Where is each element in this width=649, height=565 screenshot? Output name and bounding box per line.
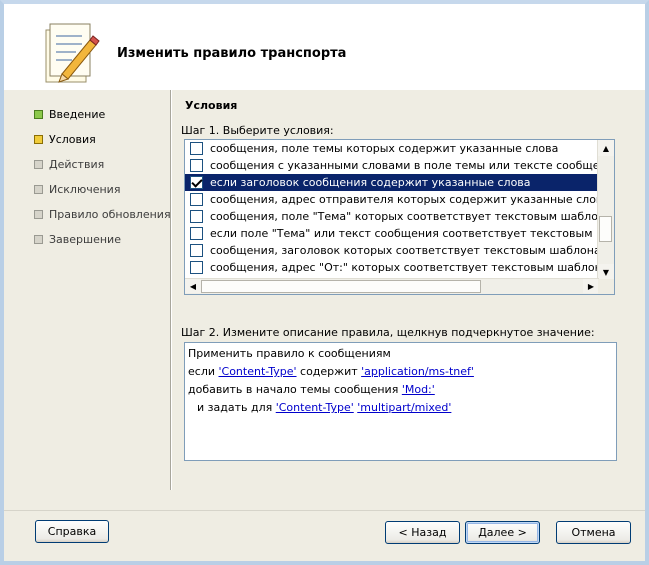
next-button[interactable]: Далее >	[465, 521, 540, 544]
set-header-name-link[interactable]: 'Content-Type'	[276, 401, 354, 414]
header-value-link[interactable]: 'application/ms-tnef'	[361, 365, 474, 378]
help-button[interactable]: Справка	[35, 520, 109, 543]
condition-checkbox[interactable]	[190, 227, 203, 240]
condition-checkbox[interactable]	[190, 159, 203, 172]
wizard-header: Изменить правило транспорта	[4, 4, 645, 90]
footer-divider	[4, 510, 645, 511]
condition-label: сообщения, заголовок которых соответству…	[210, 244, 599, 257]
nav-item-label: Действия	[49, 158, 105, 171]
step-pending-icon	[34, 235, 43, 244]
description-text: и задать для	[197, 401, 276, 414]
section-title: Условия	[185, 99, 238, 112]
step-pending-icon	[34, 185, 43, 194]
step2-label: Шаг 2. Измените описание правила, щелкну…	[181, 326, 595, 339]
vertical-scrollbar[interactable]: ▲ ▼	[597, 140, 614, 280]
scroll-right-icon[interactable]: ▶	[583, 279, 599, 293]
condition-checkbox[interactable]	[190, 176, 203, 189]
description-text: если	[188, 365, 219, 378]
content-type-link[interactable]: 'Content-Type'	[219, 365, 297, 378]
condition-item[interactable]: сообщения, поле темы которых содержит ук…	[185, 140, 599, 157]
condition-label: сообщения, поле "Тема" которых соответст…	[210, 210, 599, 223]
condition-item[interactable]: сообщения, адрес отправителя которых сод…	[185, 191, 599, 208]
cancel-button[interactable]: Отмена	[556, 521, 631, 544]
description-text: содержит	[296, 365, 362, 378]
condition-item[interactable]: если поле "Тема" или текст сообщения соо…	[185, 225, 599, 242]
condition-item[interactable]: сообщения с указанными словами в поле те…	[185, 157, 599, 174]
condition-label: сообщения, поле темы которых содержит ук…	[210, 142, 559, 155]
condition-label: если заголовок сообщения содержит указан…	[210, 176, 531, 189]
nav-item-completion[interactable]: Завершение	[34, 227, 171, 252]
scroll-down-icon[interactable]: ▼	[598, 264, 614, 280]
step1-label: Шаг 1. Выберите условия:	[181, 124, 334, 137]
condition-item[interactable]: сообщения, адрес "От:" которых соответст…	[185, 259, 599, 276]
nav-item-label: Исключения	[49, 183, 121, 196]
nav-item-introduction[interactable]: Введение	[34, 102, 171, 127]
description-line: добавить в начало темы сообщения 'Mod:'	[188, 381, 613, 399]
scroll-up-icon[interactable]: ▲	[598, 140, 614, 156]
condition-item[interactable]: если заголовок сообщения содержит указан…	[185, 174, 599, 191]
condition-label: сообщения, адрес "От:" которых соответст…	[210, 261, 599, 274]
condition-item[interactable]: сообщения, заголовок которых соответству…	[185, 242, 599, 259]
wizard-window: Изменить правило транспорта Введение Усл…	[0, 0, 649, 565]
nav-item-label: Условия	[49, 133, 96, 146]
wizard-steps-nav: Введение Условия Действия Исключения Пра…	[34, 102, 171, 252]
nav-item-label: Завершение	[49, 233, 121, 246]
nav-item-update-rule[interactable]: Правило обновления	[34, 202, 171, 227]
scrollbar-corner	[598, 279, 614, 294]
conditions-list: сообщения, поле темы которых содержит ук…	[185, 140, 599, 280]
condition-item[interactable]: сообщения, поле "Тема" которых соответст…	[185, 208, 599, 225]
description-text: добавить в начало темы сообщения	[188, 383, 402, 396]
condition-checkbox[interactable]	[190, 261, 203, 274]
nav-item-label: Правило обновления	[49, 208, 171, 221]
description-line: и задать для 'Content-Type' 'multipart/m…	[188, 399, 613, 417]
wizard-body: Введение Условия Действия Исключения Пра…	[4, 90, 645, 561]
subject-prefix-link[interactable]: 'Mod:'	[402, 383, 435, 396]
scroll-left-icon[interactable]: ◀	[185, 279, 201, 293]
scrollbar-thumb[interactable]	[201, 280, 481, 293]
step-pending-icon	[34, 210, 43, 219]
condition-label: если поле "Тема" или текст сообщения соо…	[210, 227, 599, 240]
rule-description-box: Применить правило к сообщениям если 'Con…	[184, 342, 617, 461]
horizontal-scrollbar[interactable]: ◀ ▶	[185, 278, 599, 294]
condition-label: сообщения, адрес отправителя которых сод…	[210, 193, 599, 206]
rule-edit-icon	[45, 23, 100, 83]
description-line: Применить правило к сообщениям	[188, 347, 391, 360]
conditions-listbox[interactable]: сообщения, поле темы которых содержит ук…	[184, 139, 615, 295]
nav-item-label: Введение	[49, 108, 106, 121]
back-button[interactable]: < Назад	[385, 521, 460, 544]
set-header-value-link[interactable]: 'multipart/mixed'	[357, 401, 451, 414]
step-done-icon	[34, 110, 43, 119]
condition-checkbox[interactable]	[190, 193, 203, 206]
nav-item-conditions[interactable]: Условия	[34, 127, 171, 152]
nav-item-exceptions[interactable]: Исключения	[34, 177, 171, 202]
step-pending-icon	[34, 160, 43, 169]
condition-checkbox[interactable]	[190, 244, 203, 257]
nav-divider	[170, 90, 171, 490]
scrollbar-thumb[interactable]	[599, 216, 612, 242]
condition-checkbox[interactable]	[190, 142, 203, 155]
step-current-icon	[34, 135, 43, 144]
condition-checkbox[interactable]	[190, 210, 203, 223]
condition-label: сообщения с указанными словами в поле те…	[210, 159, 599, 172]
nav-item-actions[interactable]: Действия	[34, 152, 171, 177]
description-line: если 'Content-Type' содержит 'applicatio…	[188, 363, 613, 381]
page-title: Изменить правило транспорта	[117, 46, 347, 61]
